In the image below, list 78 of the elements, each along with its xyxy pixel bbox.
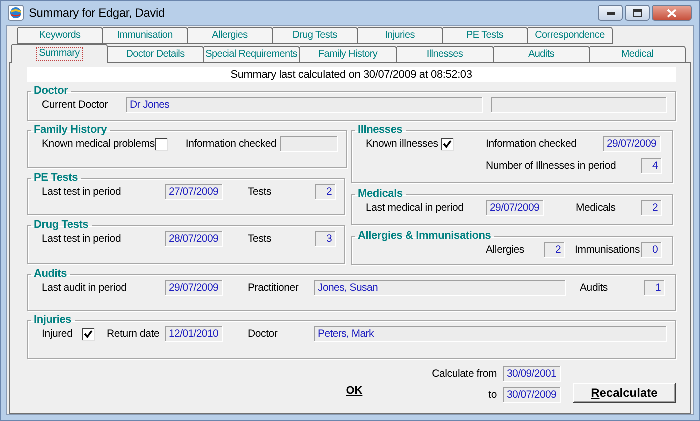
checkbox[interactable]: [154, 138, 168, 150]
field-label: Medicals: [576, 202, 616, 214]
value-field: 4: [641, 158, 662, 174]
group-title: PE Tests: [33, 172, 80, 184]
tab[interactable]: Doctor Details: [107, 46, 204, 63]
value-field: 29/07/2009: [486, 200, 544, 216]
tab[interactable]: PE Tests: [442, 27, 528, 44]
field-label: to: [488, 389, 498, 401]
field-label: Information checked: [186, 138, 277, 150]
window-title: Summary for Edgar, David: [29, 6, 166, 20]
field-label: Injured: [42, 328, 73, 340]
field-label: Current Doctor: [42, 99, 108, 111]
maximize-icon: [633, 9, 642, 17]
group-title: Medicals: [357, 188, 404, 200]
close-button[interactable]: [652, 5, 692, 21]
field-label: Known medical problems: [42, 138, 155, 150]
tab[interactable]: Drug Tests: [272, 27, 358, 44]
field-label: Information checked: [486, 138, 577, 150]
field-label: Tests: [248, 233, 272, 245]
group-title: Drug Tests: [33, 219, 90, 231]
value-field: 12/01/2010: [165, 326, 223, 342]
field-label: Last test in period: [42, 233, 122, 245]
value-field: 1: [644, 280, 665, 296]
summary-text: Summary last calculated on 30/07/2009 at 08:52:03: [27, 67, 676, 82]
value-field: 27/07/2009: [165, 184, 223, 200]
tab[interactable]: Immunisation: [102, 27, 188, 44]
value-field: [280, 136, 338, 152]
value-field: 30/07/2009: [503, 387, 562, 403]
field-label: Known illnesses: [366, 138, 438, 150]
maximize-button[interactable]: [625, 5, 650, 21]
value-field: Peters, Mark: [314, 326, 667, 342]
group-title: Allergies & Immunisations: [357, 230, 492, 242]
value-field: Jones, Susan: [314, 280, 566, 296]
tab[interactable]: Allergies: [187, 27, 273, 44]
tab[interactable]: Family History: [299, 46, 397, 63]
app-globe-icon: [8, 5, 24, 21]
field-label: Last test in period: [42, 186, 122, 198]
value-field: 2: [641, 200, 662, 216]
checkbox[interactable]: [441, 138, 454, 150]
close-icon: [667, 8, 677, 18]
tab[interactable]: Injuries: [357, 27, 443, 44]
field-label: Calculate from: [432, 368, 498, 380]
value-field: Dr Jones: [126, 97, 483, 113]
tab[interactable]: Medical: [589, 46, 686, 63]
tab[interactable]: Keywords: [17, 27, 103, 44]
checkbox[interactable]: [82, 328, 95, 340]
field-label: Tests: [248, 186, 272, 198]
value-field: 2: [315, 184, 336, 200]
ok-button[interactable]: OK: [342, 383, 367, 399]
tab[interactable]: Special Requirements: [203, 46, 300, 63]
field-label: Number of Illnesses in period: [486, 160, 616, 172]
group-title: Audits: [33, 268, 68, 280]
recalculate-button[interactable]: Recalculate: [572, 383, 676, 403]
tab[interactable]: Correspondence: [527, 27, 613, 44]
tab[interactable]: Illnesses: [396, 46, 494, 63]
value-field: 3: [315, 231, 336, 247]
group-title: Doctor: [33, 85, 70, 97]
group-title: Injuries: [33, 314, 73, 326]
field-label: Doctor: [248, 328, 278, 340]
group-title: Family History: [33, 124, 108, 136]
group-title: Illnesses: [357, 124, 404, 136]
value-field: 29/07/2009: [603, 136, 661, 152]
field-label: Practitioner: [248, 282, 299, 294]
tab[interactable]: Summary: [11, 44, 108, 63]
minimize-button[interactable]: [598, 5, 623, 21]
value-field: 28/07/2009: [165, 231, 223, 247]
value-field: 30/09/2001: [503, 366, 562, 382]
value-field: 2: [544, 242, 565, 258]
minimize-icon: [606, 12, 614, 14]
value-field: 0: [641, 242, 662, 258]
field-label: Allergies: [486, 244, 524, 256]
field-label: Return date: [107, 328, 160, 340]
tab[interactable]: Audits: [493, 46, 590, 63]
field-label: Audits: [580, 282, 608, 294]
field-label: Last medical in period: [366, 202, 464, 214]
value-field: 29/07/2009: [165, 280, 223, 296]
field-label: Last audit in period: [42, 282, 127, 294]
field-label: Immunisations: [575, 244, 640, 256]
